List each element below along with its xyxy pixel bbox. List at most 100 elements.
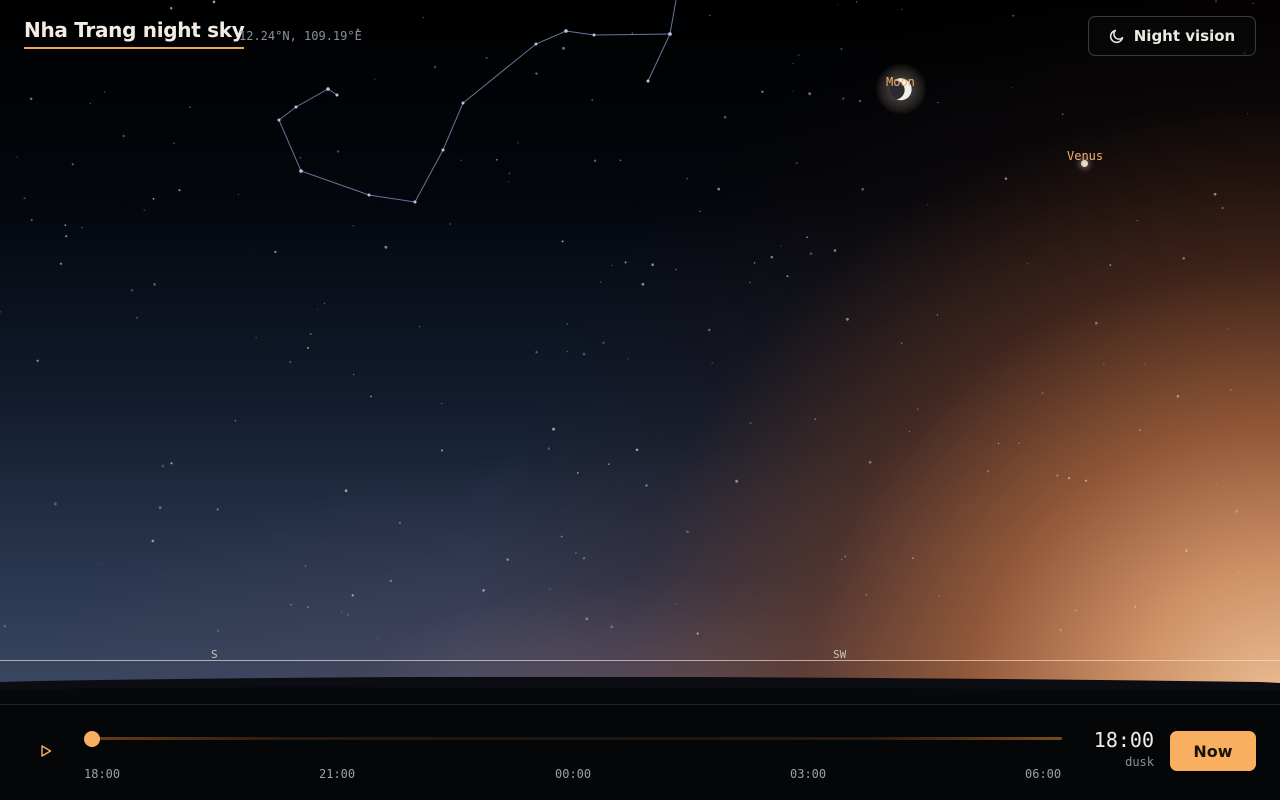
star — [840, 558, 843, 561]
time-phase: dusk — [1125, 755, 1154, 769]
timeline-thumb[interactable] — [84, 731, 100, 747]
star — [711, 362, 713, 364]
star — [845, 317, 849, 321]
star — [161, 464, 165, 468]
star — [833, 249, 837, 252]
constellation-star — [668, 32, 672, 36]
star — [1103, 363, 1105, 366]
current-time: 18:00 — [1093, 728, 1154, 752]
star — [255, 336, 258, 339]
star — [619, 159, 622, 162]
star — [1185, 549, 1188, 552]
star — [151, 539, 155, 543]
constellation-star — [646, 79, 650, 83]
constellation-star — [564, 29, 568, 33]
star — [1249, 628, 1252, 631]
star — [675, 269, 677, 271]
star — [1056, 474, 1059, 477]
star — [868, 460, 872, 464]
star — [641, 282, 645, 286]
star — [0, 310, 2, 313]
star — [723, 115, 727, 119]
star — [1109, 264, 1112, 266]
star — [1235, 509, 1238, 513]
star — [938, 595, 940, 597]
timeline-panel — [0, 704, 1280, 800]
star — [912, 557, 914, 559]
star — [1246, 113, 1249, 115]
star — [582, 557, 586, 560]
star — [30, 219, 33, 222]
star — [631, 32, 634, 35]
star — [761, 90, 764, 93]
star — [686, 530, 689, 534]
star — [749, 422, 752, 424]
star — [795, 161, 798, 164]
star — [81, 226, 83, 229]
star — [216, 508, 219, 511]
star — [1176, 395, 1180, 398]
star — [422, 17, 424, 19]
star — [460, 159, 462, 162]
star — [351, 594, 354, 597]
star — [624, 261, 627, 264]
star — [433, 65, 437, 69]
star — [217, 629, 220, 632]
star — [1061, 113, 1064, 116]
star — [1136, 219, 1138, 222]
star — [1213, 192, 1217, 196]
star — [901, 342, 903, 344]
star — [708, 328, 711, 332]
star — [576, 472, 579, 474]
star — [837, 4, 839, 6]
star — [290, 603, 292, 606]
constellation-star — [413, 200, 417, 204]
star — [717, 187, 721, 191]
now-button[interactable]: Now — [1170, 731, 1256, 771]
star — [1026, 263, 1028, 265]
star — [307, 606, 309, 608]
moon-crescent-icon — [890, 78, 912, 101]
star — [859, 100, 862, 103]
star — [323, 302, 326, 304]
star — [158, 506, 162, 510]
star — [814, 418, 816, 420]
star — [1084, 479, 1087, 482]
star — [1041, 392, 1044, 395]
star — [353, 374, 355, 376]
star — [506, 558, 509, 561]
play-button[interactable] — [36, 740, 56, 762]
night-vision-button[interactable]: Night vision — [1088, 16, 1256, 56]
timeline-tick: 06:00 — [1025, 767, 1062, 781]
star — [749, 281, 751, 283]
star — [376, 638, 378, 640]
star — [274, 250, 277, 254]
star — [1004, 177, 1008, 180]
timeline-track[interactable] — [90, 737, 1062, 740]
constellation-line — [278, 30, 671, 203]
star — [103, 91, 106, 93]
star — [593, 159, 597, 163]
constellation-star — [299, 169, 303, 173]
timeline-tick: 00:00 — [555, 767, 592, 781]
star — [369, 395, 372, 398]
sky-view[interactable] — [0, 0, 1280, 705]
star — [566, 323, 568, 325]
star — [792, 63, 794, 65]
star — [3, 625, 6, 628]
location-coordinates: 12.24°N, 109.19°E — [239, 29, 362, 43]
star — [419, 326, 421, 328]
star — [770, 255, 774, 259]
star — [449, 223, 451, 225]
star — [1221, 207, 1224, 209]
star — [1215, 0, 1217, 3]
star — [1252, 2, 1254, 4]
star — [347, 613, 349, 616]
star — [865, 594, 868, 596]
star — [1230, 389, 1232, 391]
star — [797, 54, 800, 57]
star — [549, 588, 551, 590]
moon[interactable] — [876, 64, 926, 114]
star — [627, 358, 629, 360]
star — [1074, 609, 1077, 612]
